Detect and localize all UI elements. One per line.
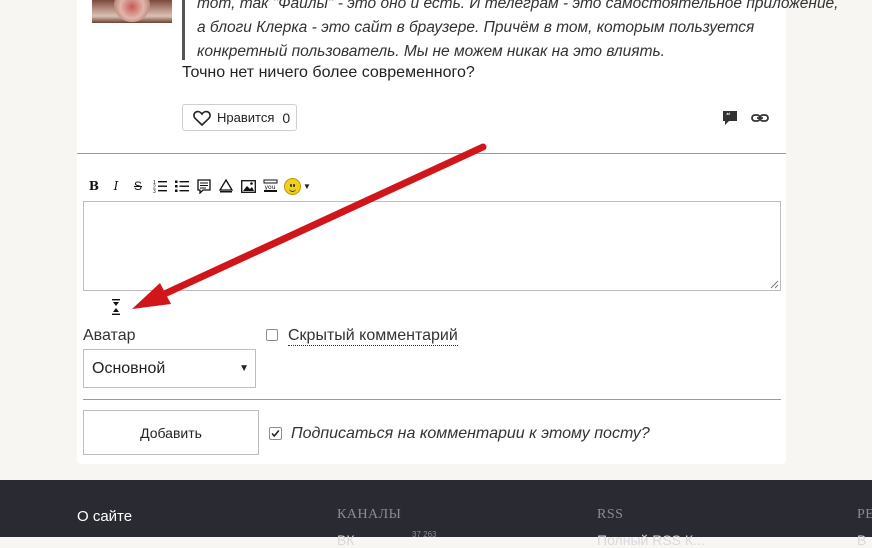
svg-text:3: 3 [153,189,156,193]
svg-text:you: you [264,184,275,191]
quote-line: а блоги Клерка - это сайт в браузере. Пр… [197,19,755,36]
video-icon[interactable]: you [262,177,278,195]
footer-rss-heading: RSS [597,507,624,522]
add-comment-button[interactable]: Добавить [83,410,259,455]
like-button[interactable]: Нравится 0 [182,104,297,131]
site-footer: О сайте КАНАЛЫ ВК 37 263 RSS Полный RSS … [0,480,872,548]
bold-button[interactable]: B [86,177,102,195]
footer-about-link[interactable]: О сайте [77,508,132,525]
user-avatar[interactable] [92,0,172,23]
resize-grip-icon[interactable] [770,280,779,289]
heart-icon [193,110,211,126]
avatar-label: Аватар [83,327,136,344]
divider [83,399,781,400]
footer-col4-link[interactable]: В [857,532,866,548]
quote-block-icon[interactable] [196,177,212,195]
numbered-list-icon[interactable]: 123 [152,177,168,195]
chevron-down-icon[interactable]: ▼ [303,182,311,191]
footer-rss-link[interactable]: Полный RSS К... [597,532,705,548]
avatar-select[interactable]: Основной ▼ [83,349,256,388]
hidden-comment-checkbox[interactable] [266,329,278,341]
like-label: Нравится [217,110,275,125]
reply-quote-icon[interactable]: “ [722,110,738,126]
divider [77,153,786,154]
footer-col4-heading: РЕ [857,507,872,522]
quote-line: конкретный пользователь. Мы не можем ник… [197,43,665,60]
comment-text: Точно нет ничего более современного? [182,64,475,81]
dropdown-arrow-icon: ▼ [239,363,249,374]
link-icon[interactable] [751,110,769,126]
expand-handle-icon[interactable] [110,298,122,316]
bullet-list-icon[interactable] [174,177,190,195]
footer-channel-count: 37 263 [412,530,437,539]
italic-button[interactable]: I [108,177,124,195]
footer-channels-heading: КАНАЛЫ [337,507,402,522]
like-count: 0 [282,109,291,126]
comment-input[interactable] [83,201,781,291]
editor-toolbar: B I S 123 you ▼ [86,175,311,197]
comment-quote: тот, так "Файлы" - это оно и есть. И тел… [182,0,839,60]
spoiler-icon[interactable] [218,177,234,195]
strikethrough-button[interactable]: S [130,177,146,195]
subscribe-checkbox[interactable] [269,427,282,440]
quote-line: тот, так "Файлы" - это оно и есть. И тел… [197,0,839,12]
hidden-comment-label[interactable]: Скрытый комментарий [288,327,458,346]
image-icon[interactable] [240,177,256,195]
avatar-select-value: Основной [92,359,166,377]
subscribe-label[interactable]: Подписаться на комментарии к этому посту… [291,425,650,443]
footer-channel-link[interactable]: ВК [337,532,355,548]
svg-text:“: “ [726,111,731,121]
emoji-icon[interactable] [284,177,301,195]
